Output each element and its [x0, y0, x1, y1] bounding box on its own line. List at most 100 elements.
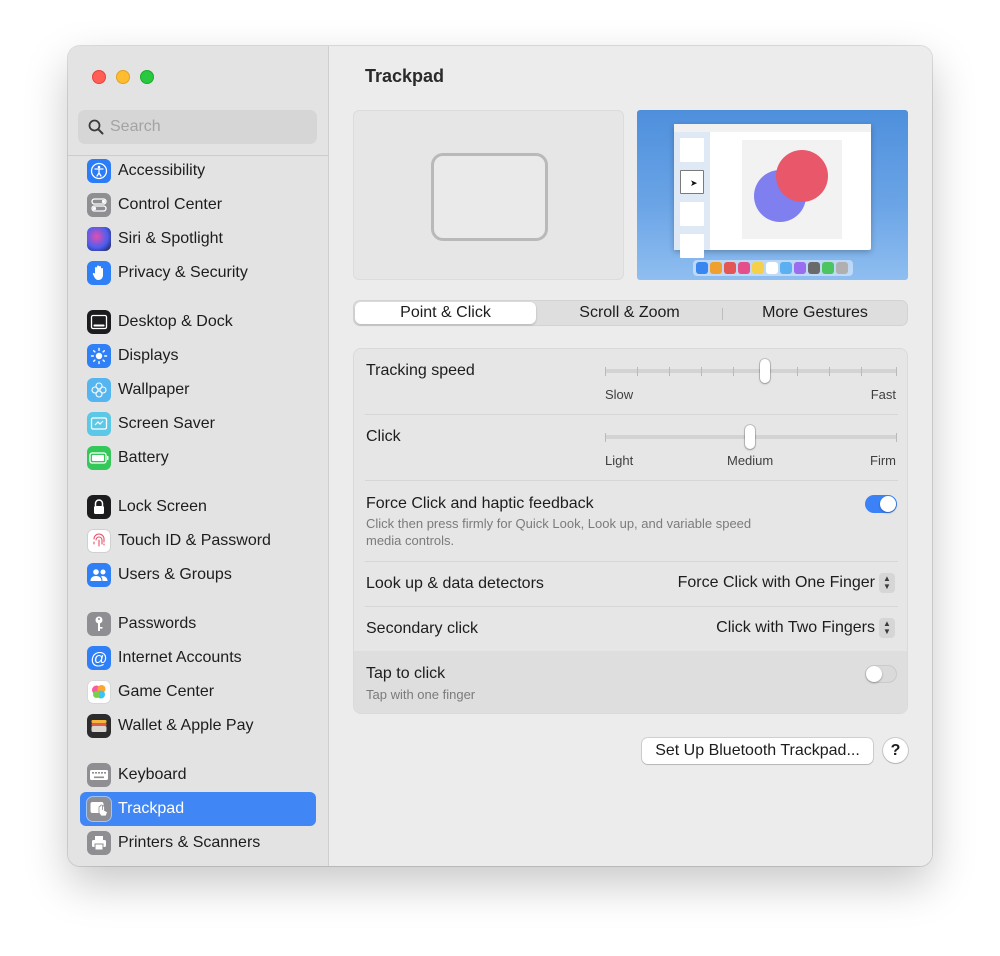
wallpaper-icon [87, 378, 111, 402]
sidebar-item-label: Passwords [118, 615, 197, 632]
tap-to-click-toggle[interactable] [865, 665, 897, 683]
click-slider[interactable] [745, 425, 755, 449]
sidebar-item-control-center[interactable]: Control Center [80, 188, 316, 222]
control-center-icon [87, 193, 111, 217]
preview-dock [693, 260, 853, 276]
fingerprint-icon [87, 529, 111, 553]
sidebar-item-lock-screen[interactable]: Lock Screen [80, 490, 316, 524]
chevron-up-down-icon: ▲ ▼ [879, 618, 895, 638]
secondary-click-value: Click with Two Fingers [716, 619, 875, 636]
screen-saver-icon [87, 412, 111, 436]
click-min: Light [605, 453, 634, 468]
force-click-description: Click then press firmly for Quick Look, … [366, 516, 752, 531]
sidebar-item-label: Game Center [118, 683, 215, 700]
force-click-label: Force Click and haptic feedback [366, 495, 594, 512]
sidebar-item-label: Battery [118, 449, 169, 466]
hand-icon [87, 261, 111, 285]
look-up-value: Force Click with One Finger [677, 574, 875, 591]
sidebar-item-label: Wallpaper [118, 381, 190, 398]
tab-scroll-zoom[interactable]: Scroll & Zoom [537, 302, 722, 324]
trackpad-preview [353, 110, 624, 280]
sidebar-item-accessibility[interactable]: Accessibility [80, 154, 316, 188]
key-icon [87, 612, 111, 636]
sun-icon [87, 344, 111, 368]
accessibility-icon [87, 159, 111, 183]
sidebar-item-label: Keyboard [118, 766, 187, 783]
sidebar-item-game-center[interactable]: Game Center [80, 675, 316, 709]
sidebar-item-label: Printers & Scanners [118, 834, 261, 851]
preview-window: ➤ [674, 124, 871, 258]
battery-icon [87, 446, 111, 470]
keyboard-icon [87, 763, 111, 787]
settings-card: Tracking speed Slow Fast Click Light Med… [353, 348, 908, 714]
tracking-speed-track[interactable] [605, 369, 897, 373]
preview-sidebar: ➤ [674, 132, 710, 258]
sidebar-item-label: Wallet & Apple Pay [118, 717, 254, 734]
sidebar-item-keyboard[interactable]: Keyboard [80, 758, 316, 792]
gesture-tabs: Point & Click Scroll & Zoom More Gesture… [353, 300, 908, 326]
sidebar-item-label: Touch ID & Password [118, 532, 271, 549]
tracking-speed-slider[interactable] [760, 359, 770, 383]
click-mid: Medium [727, 453, 774, 468]
desktop-dock-icon [87, 310, 111, 334]
look-up-popup[interactable]: Force Click with One Finger ▲ ▼ [678, 573, 895, 593]
main-pane: Trackpad ➤ Point & Click Scroll & Zoom M… [330, 46, 932, 866]
sidebar: Accessibility Control Center Siri & Spot… [68, 46, 329, 866]
sidebar-item-label: Trackpad [118, 800, 185, 817]
click-label: Click [366, 428, 401, 445]
sidebar-item-label: Control Center [118, 196, 223, 213]
sidebar-item-label: Internet Accounts [118, 649, 242, 666]
force-click-toggle[interactable] [865, 495, 897, 513]
sidebar-item-touch-id[interactable]: Touch ID & Password [80, 524, 316, 558]
sidebar-item-label: Users & Groups [118, 566, 232, 583]
sidebar-item-trackpad[interactable]: Trackpad [80, 792, 316, 826]
tap-to-click-label: Tap to click [366, 665, 446, 682]
sidebar-item-passwords[interactable]: Passwords [80, 607, 316, 641]
siri-icon [87, 227, 111, 251]
sidebar-item-label: Screen Saver [118, 415, 215, 432]
setup-bluetooth-trackpad-button[interactable]: Set Up Bluetooth Trackpad... [642, 738, 873, 764]
tap-to-click-description: Tap with one finger [366, 687, 476, 702]
tracking-speed-min: Slow [605, 387, 634, 402]
sidebar-item-printers-scanners[interactable]: Printers & Scanners [80, 826, 316, 860]
wallet-icon [87, 714, 111, 738]
sidebar-item-desktop-dock[interactable]: Desktop & Dock [80, 305, 316, 339]
sidebar-item-battery[interactable]: Battery [80, 441, 316, 475]
sidebar-list: Accessibility Control Center Siri & Spot… [68, 46, 329, 866]
at-icon: @ [87, 646, 111, 670]
sidebar-item-label: Lock Screen [118, 498, 207, 515]
game-center-icon [87, 680, 111, 704]
sidebar-item-label: Siri & Spotlight [118, 230, 223, 247]
tracking-speed-max: Fast [870, 387, 896, 402]
secondary-click-popup[interactable]: Click with Two Fingers ▲ ▼ [716, 618, 895, 638]
sidebar-item-label: Displays [118, 347, 179, 364]
users-icon [87, 563, 111, 587]
sidebar-item-label: Accessibility [118, 162, 206, 179]
trackpad-illustration [431, 153, 548, 241]
sidebar-item-privacy-security[interactable]: Privacy & Security [80, 256, 316, 290]
help-button[interactable]: ? [883, 738, 908, 763]
system-settings-window: Accessibility Control Center Siri & Spot… [68, 46, 932, 866]
sidebar-item-internet-accounts[interactable]: @ Internet Accounts [80, 641, 316, 675]
sidebar-item-wallet[interactable]: Wallet & Apple Pay [80, 709, 316, 743]
tab-point-click[interactable]: Point & Click [355, 302, 536, 324]
sidebar-item-users-groups[interactable]: Users & Groups [80, 558, 316, 592]
cursor-icon: ➤ [690, 178, 698, 188]
preview-canvas [742, 140, 842, 239]
sidebar-item-label: Desktop & Dock [118, 313, 233, 330]
look-up-label: Look up & data detectors [366, 575, 544, 592]
sidebar-item-screen-saver[interactable]: Screen Saver [80, 407, 316, 441]
sidebar-item-label: Privacy & Security [118, 264, 248, 281]
chevron-up-down-icon: ▲ ▼ [879, 573, 895, 593]
trackpad-icon [87, 797, 111, 821]
sidebar-item-siri-spotlight[interactable]: Siri & Spotlight [80, 222, 316, 256]
secondary-click-label: Secondary click [366, 620, 479, 637]
page-title: Trackpad [365, 66, 445, 86]
gesture-preview: ➤ [637, 110, 908, 280]
tracking-speed-label: Tracking speed [366, 362, 475, 379]
sidebar-item-wallpaper[interactable]: Wallpaper [80, 373, 316, 407]
click-max: Firm [870, 453, 896, 468]
tab-more-gestures[interactable]: More Gestures [723, 302, 907, 324]
sidebar-item-displays[interactable]: Displays [80, 339, 316, 373]
lock-icon [87, 495, 111, 519]
